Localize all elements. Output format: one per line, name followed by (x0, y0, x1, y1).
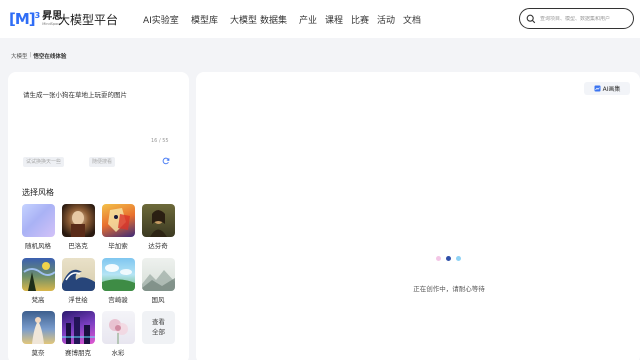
prompt-char-count: 16 / 55 (151, 138, 169, 144)
breadcrumb-root[interactable]: 大模型 (11, 52, 28, 60)
style-label: 国风 (151, 296, 165, 304)
loading-dot (456, 256, 461, 261)
style-label: 梵高 (31, 296, 45, 304)
nav-item[interactable]: 大模型 (230, 13, 260, 26)
main-nav: AI实验室 模型库 大模型 数据集 产业 课程 比赛 活动 文档 (143, 13, 429, 26)
loading-status-text: 正在创作中，请耐心等待 (413, 285, 485, 293)
top-header: [M]3 昇思 MindSpore 大模型平台 AI实验室 模型库 大模型 数据集 产业… (0, 0, 640, 38)
style-label: 宫崎骏 (108, 296, 128, 304)
search-box[interactable] (519, 8, 634, 29)
style-card-monet[interactable] (22, 311, 55, 344)
nav-item[interactable]: 活动 (377, 13, 403, 26)
style-label: 毕加索 (108, 242, 128, 250)
view-all-styles-button[interactable]: 查看 全部 (142, 311, 175, 344)
style-card-guofeng[interactable] (142, 258, 175, 291)
style-card-vangogh[interactable] (22, 258, 55, 291)
prompt-tag[interactable]: 随便搜看 (89, 157, 116, 167)
nav-item[interactable]: 文档 (403, 13, 429, 26)
loading-indicator (436, 256, 461, 261)
ai-gallery-button[interactable]: AI画集 (584, 82, 630, 95)
style-label: 莫奈 (31, 349, 45, 357)
view-all-label-line1: 查看 (152, 318, 165, 327)
style-card-cyberpunk[interactable] (62, 311, 95, 344)
nav-item[interactable]: 数据集 (260, 13, 299, 26)
nav-item[interactable]: 课程 (325, 13, 351, 26)
nav-item[interactable]: 产业 (299, 13, 325, 26)
canvas-panel (196, 72, 640, 360)
style-label: 赛博朋克 (65, 349, 91, 357)
ukiyoe-art-icon (62, 269, 95, 291)
breadcrumb-current: 悟空在线体验 (33, 54, 67, 60)
breadcrumb: 大模型 | 悟空在线体验 (11, 52, 66, 60)
style-label: 浮世绘 (68, 296, 88, 304)
refresh-icon[interactable] (162, 157, 170, 165)
baroque-art-icon (71, 211, 85, 237)
style-card-davinci[interactable] (142, 204, 175, 237)
search-input[interactable] (540, 15, 630, 22)
style-card-miyazaki[interactable] (102, 258, 135, 291)
style-label: 随机风格 (25, 242, 51, 250)
cyberpunk-art-icon (62, 317, 95, 344)
loading-dot (446, 256, 451, 261)
guofeng-art-icon (142, 270, 175, 291)
prompt-tag[interactable]: 试试换换天一些 (23, 157, 65, 167)
miyazaki-art-icon (102, 264, 135, 291)
nav-item[interactable]: 模型库 (191, 13, 230, 26)
logo[interactable]: [M]3 昇思 MindSpore (9, 10, 62, 28)
nav-item[interactable]: AI实验室 (143, 13, 191, 26)
watercolor-art-icon (109, 319, 128, 344)
search-icon (526, 14, 536, 23)
site-title: 大模型平台 (58, 13, 119, 27)
gallery-icon (594, 85, 601, 92)
style-label: 水彩 (111, 349, 125, 357)
davinci-art-icon (150, 210, 167, 237)
style-label: 巴洛克 (68, 242, 88, 250)
style-card-random[interactable] (22, 204, 55, 237)
style-label: 达芬奇 (148, 242, 168, 250)
ai-gallery-label: AI画集 (602, 86, 621, 93)
style-card-picasso[interactable] (102, 204, 135, 237)
picasso-art-icon (108, 208, 130, 232)
style-heading: 选择风格 (22, 188, 54, 197)
prompt-textarea[interactable]: 请生成一张小狗在草地上玩耍的图片 (23, 89, 127, 99)
nav-item[interactable]: 比赛 (351, 13, 377, 26)
style-card-watercolor[interactable] (102, 311, 135, 344)
style-card-ukiyoe[interactable] (62, 258, 95, 291)
loading-dot (436, 256, 441, 261)
breadcrumb-separator: | (29, 52, 32, 58)
style-card-baroque[interactable] (62, 204, 95, 237)
vangogh-art-icon (23, 262, 55, 291)
monet-art-icon (32, 317, 44, 344)
logo-mark: [M]3 (9, 10, 40, 28)
view-all-label-line2: 全部 (152, 327, 165, 336)
